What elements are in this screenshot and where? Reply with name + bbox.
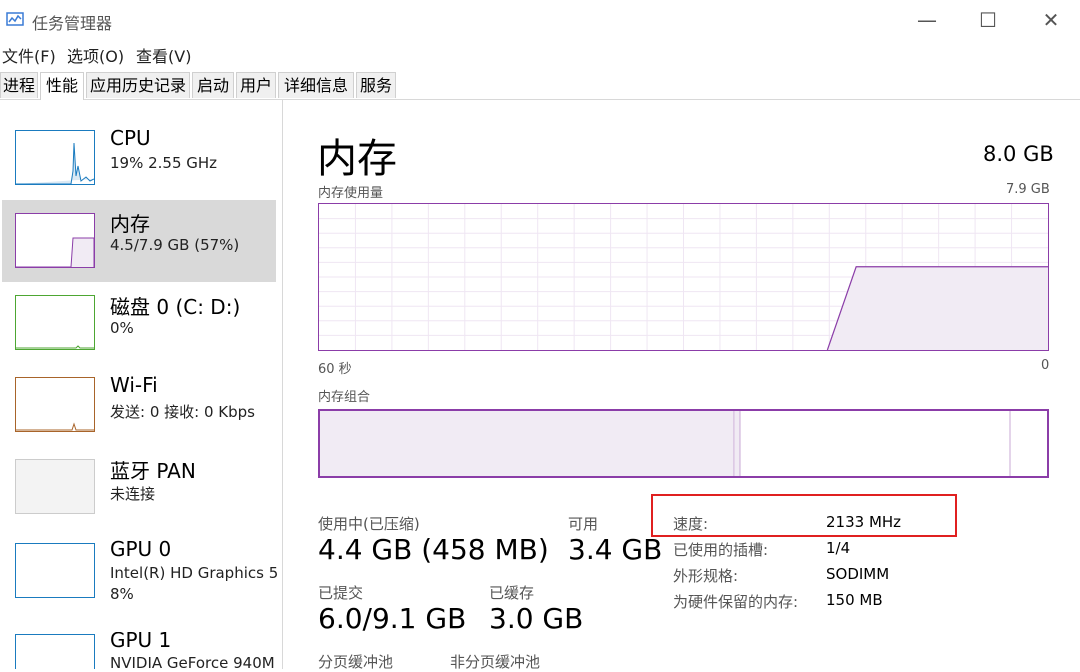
sidebar-item-memory[interactable]: 内存 4.5/7.9 GB (57%)	[2, 200, 276, 282]
sidebar-item-subtitle: 4.5/7.9 GB (57%)	[110, 236, 240, 254]
available-label: 可用	[568, 515, 599, 533]
sidebar-item-subtitle: Intel(R) HD Graphics 5	[110, 564, 279, 582]
title-bar[interactable]: 任务管理器 — ☐ ✕	[0, 0, 1080, 40]
total-memory: 8.0 GB	[983, 142, 1054, 166]
cached-value: 3.0 GB	[489, 602, 584, 635]
graph-axis-right-label: 0	[1041, 358, 1050, 373]
tab-details[interactable]: 详细信息	[278, 72, 354, 98]
sidebar: CPU 19% 2.55 GHz 内存 4.5/7.9 GB (57%) 磁盘 …	[0, 100, 283, 669]
sidebar-item-title: GPU 0	[110, 537, 172, 561]
bluetooth-thumbnail	[15, 459, 95, 514]
sidebar-item-subtitle: 发送: 0 接收: 0 Kbps	[110, 403, 255, 421]
sidebar-item-subtitle: 8%	[110, 585, 134, 603]
sidebar-item-disk[interactable]: 磁盘 0 (C: D:) 0%	[2, 295, 276, 377]
usage-graph-max: 7.9 GB	[1006, 182, 1050, 197]
tab-app-history[interactable]: 应用历史记录	[86, 72, 190, 98]
sidebar-item-title: CPU	[110, 126, 151, 150]
highlight-annotation-box	[651, 494, 957, 537]
in-use-label: 使用中(已压缩)	[318, 515, 420, 533]
tab-users[interactable]: 用户	[236, 72, 276, 98]
wifi-thumbnail	[15, 377, 95, 432]
minimize-icon: —	[917, 8, 937, 32]
composition-in-use	[320, 411, 734, 476]
page-title: 内存	[317, 136, 397, 182]
slots-value: 1/4	[826, 539, 851, 557]
memory-thumbnail	[15, 213, 95, 268]
sidebar-item-gpu1[interactable]: GPU 1 NVIDIA GeForce 940M	[2, 632, 276, 669]
sidebar-item-gpu0[interactable]: GPU 0 Intel(R) HD Graphics 5 8%	[2, 537, 279, 623]
sidebar-item-bluetooth[interactable]: 蓝牙 PAN 未连接	[2, 459, 276, 541]
composition-modified	[735, 411, 740, 476]
hardware-reserved-value: 150 MB	[826, 591, 883, 609]
committed-value: 6.0/9.1 GB	[318, 602, 467, 635]
sidebar-item-title: GPU 1	[110, 632, 172, 652]
form-factor-label: 外形规格:	[673, 567, 739, 585]
composition-graph-label: 内存组合	[318, 390, 371, 405]
menu-bar: 文件(F) 选项(O) 查看(V)	[0, 40, 1080, 66]
minimize-button[interactable]: —	[900, 0, 954, 40]
tab-processes[interactable]: 进程	[0, 72, 38, 98]
usage-area	[827, 266, 1048, 350]
sidebar-item-title: Wi-Fi	[110, 373, 158, 397]
sidebar-item-subtitle: 0%	[110, 319, 134, 337]
graph-axis-left-label: 60 秒	[318, 362, 352, 377]
sidebar-item-subtitle: 19% 2.55 GHz	[110, 154, 218, 172]
sidebar-item-subtitle: 未连接	[110, 485, 156, 503]
sidebar-item-title: 内存	[110, 212, 150, 236]
gpu1-thumbnail	[15, 634, 95, 669]
menu-file[interactable]: 文件(F)	[2, 43, 56, 67]
tab-services[interactable]: 服务	[356, 72, 396, 98]
slots-label: 已使用的插槽:	[673, 541, 769, 559]
cpu-thumbnail	[15, 130, 95, 185]
maximize-icon: ☐	[979, 8, 997, 32]
sidebar-item-subtitle: NVIDIA GeForce 940M	[110, 654, 275, 669]
disk-thumbnail	[15, 295, 95, 350]
close-icon: ✕	[1042, 8, 1060, 32]
task-manager-icon	[6, 12, 24, 26]
tab-bar: 进程 性能 应用历史记录 启动 用户 详细信息 服务	[0, 72, 1080, 100]
cached-label: 已缓存	[489, 584, 535, 602]
close-button[interactable]: ✕	[1024, 0, 1078, 40]
form-factor-value: SODIMM	[826, 565, 890, 583]
memory-usage-graph	[318, 203, 1049, 351]
maximize-button[interactable]: ☐	[961, 0, 1015, 40]
sidebar-item-wifi[interactable]: Wi-Fi 发送: 0 接收: 0 Kbps	[2, 373, 276, 459]
committed-label: 已提交	[318, 584, 364, 602]
memory-composition-bar	[318, 409, 1049, 478]
in-use-value: 4.4 GB (458 MB)	[318, 533, 549, 566]
sidebar-item-title: 磁盘 0 (C: D:)	[110, 295, 241, 319]
usage-graph-label: 内存使用量	[318, 186, 384, 201]
available-value: 3.4 GB	[568, 533, 663, 566]
tab-performance[interactable]: 性能	[40, 72, 84, 100]
menu-options[interactable]: 选项(O)	[67, 43, 124, 67]
memory-usage-chart	[319, 204, 1048, 351]
gpu0-thumbnail	[15, 543, 95, 598]
tab-startup[interactable]: 启动	[192, 72, 234, 98]
menu-view[interactable]: 查看(V)	[136, 43, 191, 67]
window-title: 任务管理器	[32, 14, 113, 33]
sidebar-item-title: 蓝牙 PAN	[110, 459, 196, 483]
hardware-reserved-label: 为硬件保留的内存:	[673, 593, 799, 611]
